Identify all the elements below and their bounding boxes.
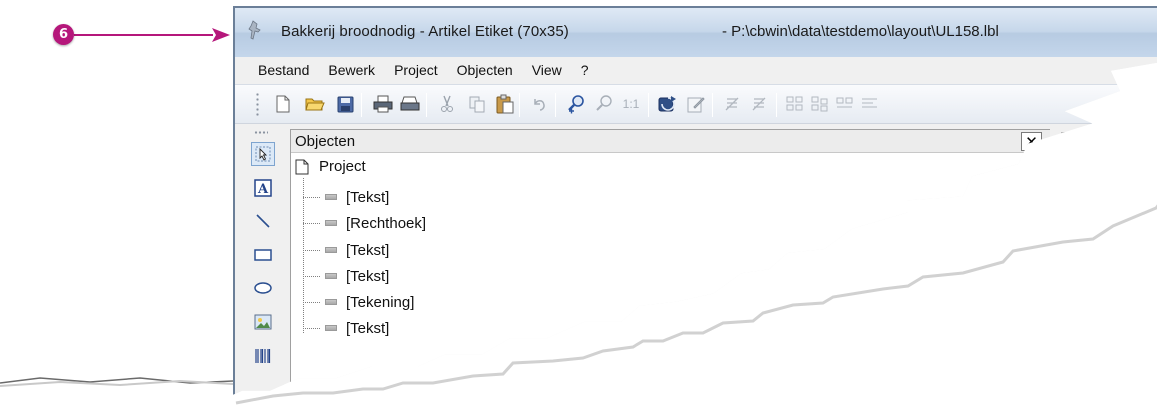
paste-icon[interactable] [493,92,517,116]
object-icon [325,247,337,253]
callout-number-badge: 6 [53,24,74,45]
zoom-out-icon[interactable] [593,92,617,116]
tool-palette: A [235,125,284,395]
zoom-actual-icon[interactable]: 1:1 [619,92,643,116]
tree-connector [303,196,321,198]
document-icon [295,159,309,174]
objects-panel: Objecten ✕ Project [Tekst] [Rechthoek] [… [290,129,1121,395]
cut-icon[interactable] [435,92,459,116]
toolbar-separator [361,93,362,117]
adjacent-panel-tab[interactable] [1061,132,1121,152]
save-icon[interactable] [333,92,357,116]
tree-item[interactable]: [Tekst] [303,267,389,285]
objects-panel-title: Objecten [295,133,356,150]
title-bar[interactable]: Bakkerij broodnodig - Artikel Etiket (70… [233,6,1157,57]
toolbar: 1:1 [235,84,1157,124]
menu-objecten[interactable]: Objecten [456,60,514,80]
tree-connector [303,327,321,329]
open-folder-icon[interactable] [303,92,327,116]
tree-connector [303,275,321,277]
print-icon[interactable] [371,92,395,116]
object-icon [325,194,337,200]
toolbar-separator [426,93,427,117]
distribute-4-icon[interactable] [858,92,882,116]
object-icon [325,299,337,305]
image-tool-icon[interactable] [251,310,275,334]
rectangle-tool-icon[interactable] [251,243,275,267]
tree-item[interactable]: [Tekst] [303,241,389,259]
toolbar-separator [712,93,713,117]
menu-bewerk[interactable]: Bewerk [327,60,376,80]
close-icon[interactable]: ✕ [1021,132,1042,151]
select-tool-icon[interactable] [251,142,275,166]
tree-item-label: [Tekst] [346,319,390,337]
tree-item-label: [Tekst] [346,241,390,259]
toolbar-separator [648,93,649,117]
tree-item-label: [Tekst] [346,188,390,206]
ellipse-tool-icon[interactable] [251,276,275,300]
toolbar-grip[interactable] [256,92,259,118]
menu-bestand[interactable]: Bestand [257,60,310,80]
client-area: Bestand Bewerk Project Objecten View ? 1… [233,57,1157,395]
object-icon [325,220,337,226]
tree-root-label: Project [319,158,366,175]
align-2-icon[interactable] [747,92,771,116]
distribute-2-icon[interactable] [808,92,832,116]
menu-view[interactable]: View [531,60,563,80]
toolbar-separator [519,93,520,117]
toolbar-separator [555,93,556,117]
tree-item-label: [Tekening] [346,293,415,311]
line-tool-icon[interactable] [251,209,275,233]
tree-connector [303,301,321,303]
zoom-in-icon[interactable] [565,92,589,116]
tree-item[interactable]: [Tekst] [303,188,389,206]
menu-bar: Bestand Bewerk Project Objecten View ? [235,57,1157,83]
tree-item-label: [Tekst] [346,267,390,285]
app-logo-icon [248,20,261,40]
toolbar-separator [776,93,777,117]
menu-project[interactable]: Project [393,60,439,80]
copy-icon[interactable] [465,92,489,116]
new-icon[interactable] [271,92,295,116]
barcode-tool-icon[interactable] [251,343,275,367]
undo-icon[interactable] [527,92,551,116]
menu-help[interactable]: ? [580,60,590,80]
objects-panel-header: Objecten ✕ [291,129,1121,153]
tree-connector [303,249,321,251]
tree-root-project[interactable]: Project [295,158,366,175]
object-icon [325,273,337,279]
tree-item[interactable]: [Rechthoek] [303,214,426,232]
tree-item-label: [Rechthoek] [346,214,427,232]
print-preview-icon[interactable] [398,92,422,116]
text-tool-icon[interactable]: A [251,176,275,200]
align-1-icon[interactable] [720,92,744,116]
tree-item[interactable]: [Tekst] [303,319,389,337]
distribute-3-icon[interactable] [833,92,857,116]
svg-text:A: A [257,182,269,197]
tree-item[interactable]: [Tekening] [303,293,414,311]
objects-tree: Project [Tekst] [Rechthoek] [Tekst] [Tek… [291,155,1050,395]
edit-properties-icon[interactable] [684,92,708,116]
window-file-path: - P:\cbwin\data\testdemo\layout\UL158.lb… [722,23,999,40]
screenshot-frame: Bakkerij broodnodig - Artikel Etiket (70… [0,0,1157,411]
object-icon [325,325,337,331]
tool-palette-grip[interactable] [254,131,268,134]
distribute-1-icon[interactable] [783,92,807,116]
window-title: Bakkerij broodnodig - Artikel Etiket (70… [281,23,569,40]
refresh-icon[interactable] [656,92,680,116]
tree-connector [303,222,321,224]
app-window: Bakkerij broodnodig - Artikel Etiket (70… [233,6,1157,395]
